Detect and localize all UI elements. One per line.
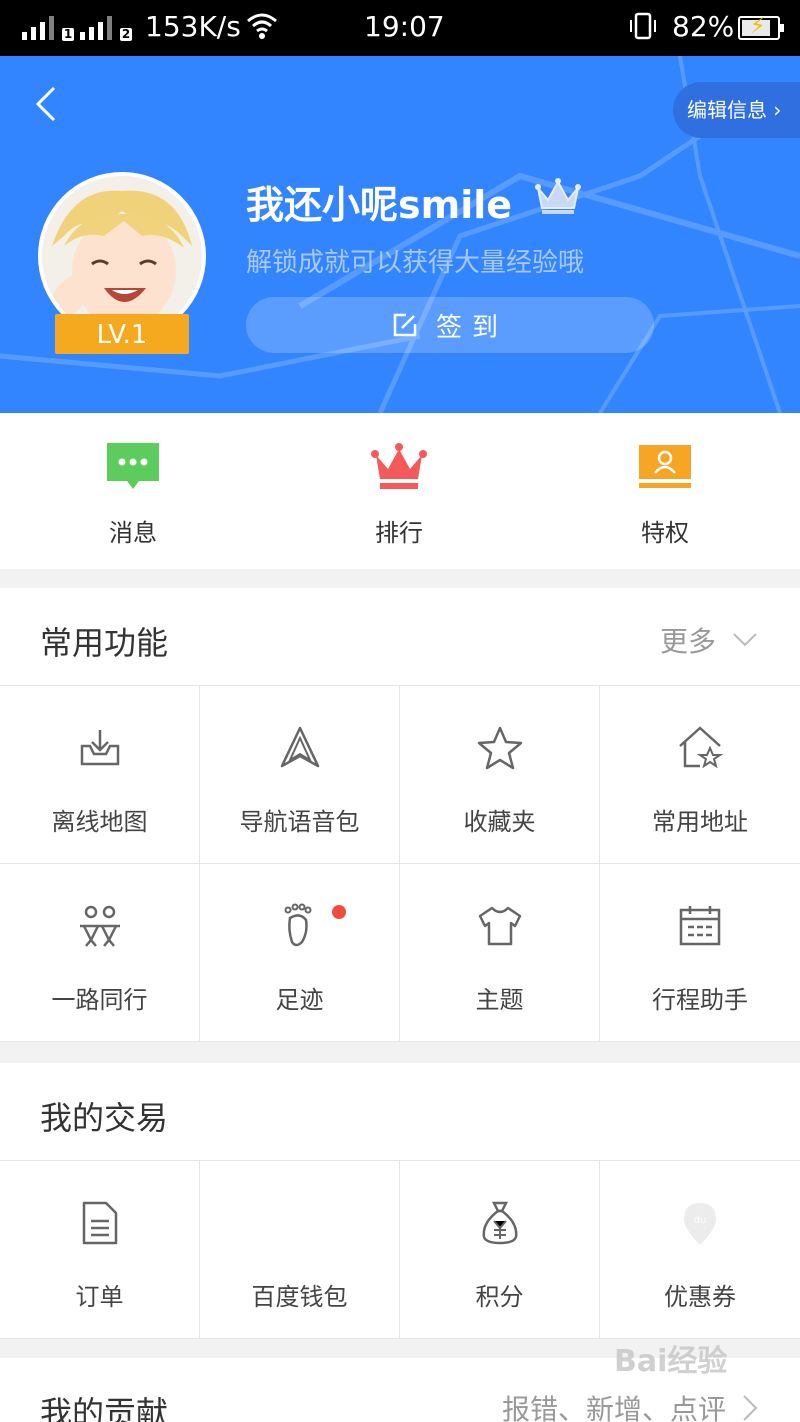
chevron-right-icon: › [773,98,782,122]
download-tray-icon [80,730,119,766]
more-label: 更多 [659,625,716,658]
coupon-pin-icon: du [684,1203,716,1245]
common-functions-section: 常用功能 更多 离线地图 导航语音包 收藏夹 常用地址 一路同行 足迹 主题 行… [0,588,800,1042]
grid-item-label: 行程助手 [652,986,748,1014]
signal-icon [22,14,54,40]
section-header: 常用功能 更多 [0,588,800,686]
navigation-arrow-icon [280,726,319,768]
people-icon [79,905,120,947]
tshirt-icon [478,906,521,946]
clock: 19:07 [364,10,445,43]
section-title: 我的交易 [40,1099,169,1137]
quick-item-label: 消息 [109,519,157,547]
grid-item-label: 一路同行 [51,986,148,1014]
edit-square-icon [393,313,417,337]
grid-item-label: 收藏夹 [463,808,536,836]
sim2-label: 2 [120,27,132,41]
grid-item-voice-pack[interactable]: 导航语音包 [200,686,400,864]
profile-header: 编辑信息 › LV.1 我还小呢smile 解锁成就可以获得大量经验哦 签到 [0,56,800,413]
vibrate-icon [630,12,656,40]
grid-item-footprint[interactable]: 足迹 [200,864,400,1042]
username: 我还小呢smile [246,183,513,227]
edit-profile-label: 编辑信息 [687,98,767,122]
quick-item-messages[interactable]: 消息 [0,413,266,569]
grid-item-orders[interactable]: 订单 [0,1161,200,1339]
level-badge: LV.1 [55,314,189,354]
grid-item-offline-map[interactable]: 离线地图 [0,686,200,864]
grid-item-common-address[interactable]: 常用地址 [600,686,800,864]
svg-text:du: du [694,1215,707,1226]
grid-item-label: 订单 [75,1283,124,1311]
home-star-icon [679,726,724,769]
star-icon [477,726,522,770]
grid-item-label: 主题 [475,986,524,1014]
grid-item-points[interactable]: 积分 [400,1161,600,1339]
grid-item-theme[interactable]: 主题 [400,864,600,1042]
contribution-more[interactable]: 报错、新增、点评 [502,1388,758,1422]
grid-item-label: 常用地址 [652,808,748,836]
quick-item-ranking[interactable]: 排行 [266,413,532,569]
quick-actions: 消息 排行 特权 [0,413,800,569]
chevron-down-icon [733,633,757,647]
vip-crown-icon[interactable] [534,176,582,216]
wifi-icon [247,13,277,39]
grid-item-coupons[interactable]: du 优惠券 [600,1161,800,1339]
signin-button[interactable]: 签到 [246,297,654,353]
function-grid: 离线地图 导航语音包 收藏夹 常用地址 一路同行 足迹 主题 行程助手 [0,686,800,1042]
edit-profile-button[interactable]: 编辑信息 › [673,82,800,138]
quick-item-label: 特权 [641,519,689,547]
network-speed: 153K/s [145,10,241,43]
status-bar: 1 2 153K/s 19:07 82% ⚡ [0,0,800,56]
quick-item-label: 排行 [375,519,423,547]
back-button[interactable] [28,84,68,124]
section-title: 我的贡献 [40,1394,169,1422]
grid-item-travel-together[interactable]: 一路同行 [0,864,200,1042]
section-header: 我的交易 [0,1063,800,1161]
calendar-icon [679,906,721,946]
grid-item-label: 积分 [475,1283,524,1311]
signin-label: 签到 [435,312,508,343]
grid-item-label: 百度钱包 [251,1283,348,1311]
experience-hint: 解锁成就可以获得大量经验哦 [246,248,585,278]
grid-item-trip-assistant[interactable]: 行程助手 [600,864,800,1042]
section-title: 常用功能 [40,624,169,662]
crown-icon [371,443,427,489]
grid-item-label: 导航语音包 [239,808,360,836]
money-bag-icon [482,1201,517,1245]
grid-item-label: 离线地图 [51,808,148,836]
contribution-more-label: 报错、新增、点评 [501,1393,726,1422]
privilege-card-icon [639,445,691,488]
sim1-label: 1 [62,27,74,41]
watermark: Bai经验 [614,1344,728,1379]
document-icon [82,1201,117,1245]
grid-item-label: 足迹 [275,986,324,1014]
notification-dot [332,905,346,919]
grid-item-wallet[interactable]: 百度钱包 [200,1161,400,1339]
battery-percent: 82% [672,10,735,43]
footprint-icon [284,903,311,947]
more-button[interactable]: 更多 [660,620,758,660]
grid-item-label: 优惠券 [664,1283,736,1311]
signal-icon [80,14,112,40]
battery-icon: ⚡ [738,14,784,40]
quick-item-privilege[interactable]: 特权 [532,413,798,569]
my-transactions-section: 我的交易 订单 百度钱包 积分 du 优惠券 [0,1063,800,1339]
transaction-grid: 订单 百度钱包 积分 du 优惠券 [0,1161,800,1339]
chevron-right-icon [743,1395,758,1421]
grid-item-favorites[interactable]: 收藏夹 [400,686,600,864]
message-icon [107,443,159,489]
avatar-image [42,176,202,336]
